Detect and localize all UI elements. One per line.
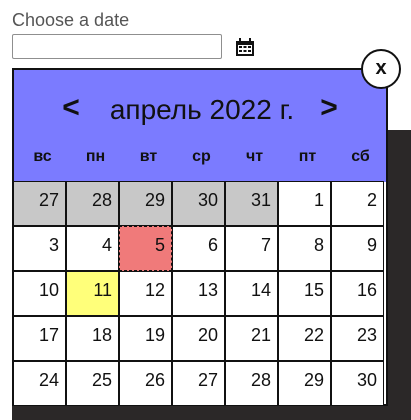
day-cell[interactable]: 14 [225,271,278,316]
day-cell[interactable]: 4 [66,226,119,271]
prev-month-button[interactable]: < [56,86,86,130]
weekday-label: пн [85,148,106,165]
day-cell[interactable]: 6 [172,226,225,271]
day-cell[interactable]: 2 [331,181,384,226]
day-cell[interactable]: 1 [278,181,331,226]
weekday-label: сб [351,148,370,165]
weekday-label: ср [192,148,211,165]
weekday-label: вт [139,148,158,165]
day-cell[interactable]: 9 [331,226,384,271]
day-cell[interactable]: 11 [66,271,119,316]
date-field-label: Choose a date [12,10,130,30]
close-button[interactable]: x [361,49,401,89]
day-cell[interactable]: 29 [278,361,331,406]
day-cell[interactable]: 28 [225,361,278,406]
day-cell[interactable]: 26 [119,361,172,406]
next-month-button[interactable]: > [314,86,344,130]
calendar-header: < апрель 2022 г. > вс пн вт ср чт пт сб [14,70,386,182]
day-cell[interactable]: 22 [278,316,331,361]
day-cell[interactable]: 19 [119,316,172,361]
day-cell[interactable]: 16 [331,271,384,316]
day-cell[interactable]: 7 [225,226,278,271]
day-cell[interactable]: 13 [172,271,225,316]
weekday-label: чт [245,148,264,165]
day-cell[interactable]: 24 [13,361,66,406]
day-cell[interactable]: 28 [66,181,119,226]
date-input[interactable] [12,34,222,59]
day-cell[interactable]: 25 [66,361,119,406]
month-title: апрель 2022 г. [109,94,295,125]
weekday-label: пт [298,148,317,165]
day-cell[interactable]: 21 [225,316,278,361]
day-cell[interactable]: 17 [13,316,66,361]
day-cell[interactable]: 27 [13,181,66,226]
day-cell[interactable]: 5 [119,226,172,271]
day-cell[interactable]: 15 [278,271,331,316]
day-cell[interactable]: 30 [172,181,225,226]
day-cell[interactable]: 10 [13,271,66,316]
day-cell[interactable]: 18 [66,316,119,361]
day-cell[interactable]: 27 [172,361,225,406]
page-background-dark-bottom [12,404,411,420]
day-cell[interactable]: 31 [225,181,278,226]
day-cell[interactable]: 23 [331,316,384,361]
weekday-label: вс [33,148,52,165]
day-cell[interactable]: 20 [172,316,225,361]
calendar-popup: < апрель 2022 г. > вс пн вт ср чт пт сб … [12,68,388,406]
day-cell[interactable]: 29 [119,181,172,226]
calendar-icon[interactable] [235,38,255,57]
day-cell[interactable]: 8 [278,226,331,271]
day-cell[interactable]: 3 [13,226,66,271]
day-cell[interactable]: 12 [119,271,172,316]
day-cell[interactable]: 30 [331,361,384,406]
